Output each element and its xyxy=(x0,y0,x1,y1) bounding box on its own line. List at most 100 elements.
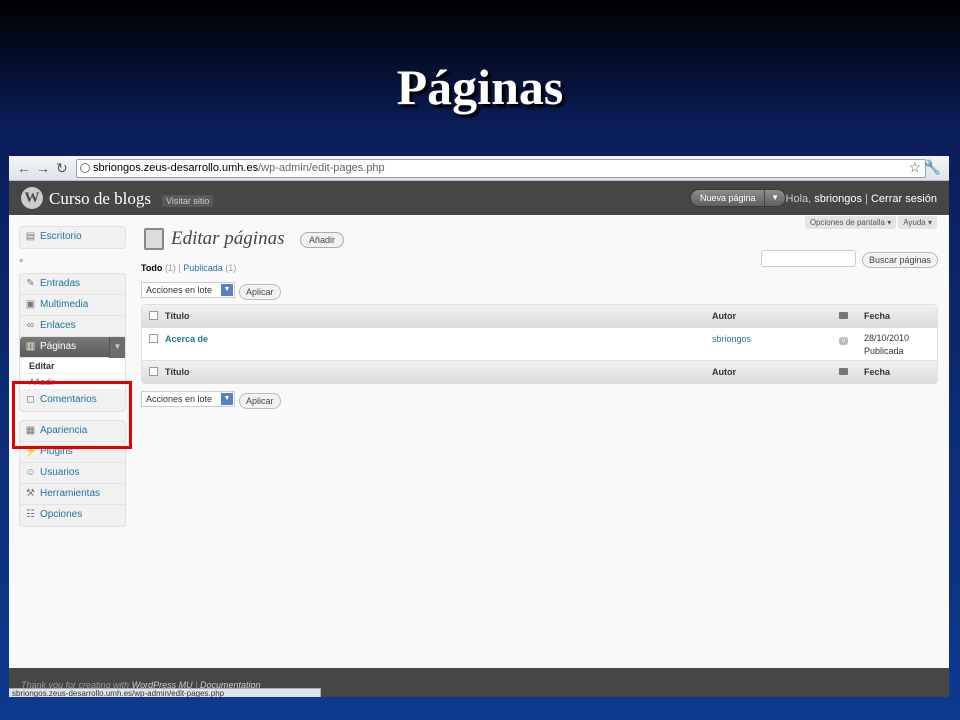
site-name[interactable]: Curso de blogs xyxy=(49,189,151,209)
menu-item-pages[interactable]: ▥ Páginas ▼ xyxy=(20,337,125,358)
status-filters: Todo (1) | Publicada (1) xyxy=(141,263,236,273)
browser-toolbar: ← → ↻ sbriongos.zeus-desarrollo.umh.es/w… xyxy=(9,156,949,181)
row-checkbox[interactable] xyxy=(149,334,158,343)
menu-label: Usuarios xyxy=(40,467,80,478)
chevron-down-icon[interactable]: ▼ xyxy=(109,337,125,358)
browser-window: ← → ↻ sbriongos.zeus-desarrollo.umh.es/w… xyxy=(9,156,949,697)
bulk-actions-label: Acciones en lote xyxy=(146,394,213,404)
menu-group-content: ✎ Entradas ▣ Multimedia ∞ Enlaces ▥ Páginas ▼… xyxy=(19,273,126,412)
menu-item-comments[interactable]: ◻ Comentarios xyxy=(20,390,125,411)
menu-item-links[interactable]: ∞ Enlaces xyxy=(20,316,125,337)
table-footer: Título Autor Fecha xyxy=(142,361,937,383)
menu-label: Páginas xyxy=(40,341,77,352)
menu-label: Comentarios xyxy=(40,394,97,405)
col-author-bottom: Autor xyxy=(712,367,736,377)
search-input[interactable] xyxy=(761,250,856,267)
submenu-item-edit[interactable]: Editar xyxy=(20,358,125,374)
comment-icon: ◻ xyxy=(26,394,35,405)
apply-button[interactable]: Aplicar xyxy=(239,284,281,300)
add-new-button[interactable]: Añadir xyxy=(300,232,345,248)
col-title-bottom[interactable]: Título xyxy=(165,367,190,377)
bulk-actions-select[interactable]: Acciones en lote ▼ xyxy=(141,282,235,298)
url-path: /wp-admin/edit-pages.php xyxy=(258,162,385,174)
new-page-button[interactable]: Nueva página ▼ xyxy=(690,189,786,207)
screen-options-tab[interactable]: Opciones de pantalla ▾ xyxy=(804,216,897,229)
new-page-label: Nueva página xyxy=(700,193,756,203)
menu-item-dashboard[interactable]: ▤ Escritorio xyxy=(20,227,125,248)
select-all-checkbox-bottom[interactable] xyxy=(149,367,158,376)
admin-menu: ▤ Escritorio ◆ ✎ Entradas ▣ Multimedia ∞ Enl… xyxy=(19,226,126,535)
separator: | xyxy=(865,193,868,205)
submenu-item-add[interactable]: Añadir xyxy=(20,374,125,390)
filter-published-count: (1) xyxy=(225,263,237,273)
users-icon: ☺ xyxy=(25,467,36,478)
apply-button-bottom[interactable]: Aplicar xyxy=(239,393,281,409)
browser-status-bar: sbriongos.zeus-desarrollo.umh.es/wp-admi… xyxy=(9,688,321,697)
date-value: 28/10/2010 xyxy=(864,333,910,343)
menu-group-dashboard: ▤ Escritorio xyxy=(19,226,126,249)
username-link[interactable]: sbriongos xyxy=(814,193,862,205)
menu-item-users[interactable]: ☺ Usuarios xyxy=(20,463,125,484)
bulk-actions-top: Acciones en lote ▼ Aplicar xyxy=(141,282,281,300)
pages-table: Título Autor Fecha Acerca de sbriongos 0… xyxy=(141,304,938,384)
menu-group-settings: ▦ Apariencia ⚡ Plugins ☺ Usuarios ⚒ Herramie… xyxy=(19,420,126,527)
chevron-down-icon: ▼ xyxy=(221,393,233,405)
help-tab[interactable]: Ayuda ▾ xyxy=(898,216,937,229)
wrench-icon[interactable]: 🔧 xyxy=(924,159,941,176)
table-row: Acerca de sbriongos 0 28/10/2010 Publicad… xyxy=(142,327,937,361)
col-date-bottom[interactable]: Fecha xyxy=(864,367,890,377)
logout-link[interactable]: Cerrar sesión xyxy=(871,193,937,205)
search-pages-button[interactable]: Buscar páginas xyxy=(861,252,938,268)
menu-item-plugins[interactable]: ⚡ Plugins xyxy=(20,442,125,463)
select-all-checkbox[interactable] xyxy=(149,311,158,320)
menu-item-tools[interactable]: ⚒ Herramientas xyxy=(20,484,125,505)
wordpress-logo-icon[interactable]: W xyxy=(21,187,43,209)
bookmark-star-icon[interactable]: ☆ xyxy=(908,159,921,176)
page-title-link[interactable]: Acerca de xyxy=(165,334,208,344)
slide-title: Páginas xyxy=(396,59,564,115)
filter-separator: | xyxy=(178,263,181,273)
admin-body: Opciones de pantalla ▾ Ayuda ▾ ▤ Escritori… xyxy=(9,216,949,668)
date-cell: 28/10/2010 Publicada xyxy=(864,332,909,358)
author-link[interactable]: sbriongos xyxy=(712,334,751,344)
comment-count-badge[interactable]: 0 xyxy=(839,334,849,345)
menu-label: Apariencia xyxy=(40,425,88,436)
address-bar[interactable]: sbriongos.zeus-desarrollo.umh.es/wp-admi… xyxy=(76,159,926,178)
filter-all-count: (1) xyxy=(164,263,176,273)
media-icon: ▣ xyxy=(25,299,36,310)
menu-item-media[interactable]: ▣ Multimedia xyxy=(20,295,125,316)
bulk-actions-select-bottom[interactable]: Acciones en lote ▼ xyxy=(141,391,235,407)
screen-tabs: Opciones de pantalla ▾ Ayuda ▾ xyxy=(803,216,937,229)
comments-column-icon xyxy=(839,367,848,377)
col-date[interactable]: Fecha xyxy=(864,311,890,321)
menu-separator: ◆ xyxy=(19,258,24,264)
menu-label: Herramientas xyxy=(40,488,101,499)
menu-label: Opciones xyxy=(40,509,83,520)
pages-icon: ▥ xyxy=(25,341,36,352)
col-author: Autor xyxy=(712,311,736,321)
appearance-icon: ▦ xyxy=(25,425,36,436)
pin-icon: ✎ xyxy=(26,278,35,289)
menu-label: Multimedia xyxy=(40,299,89,310)
filter-published[interactable]: Publicada xyxy=(183,263,223,273)
pages-submenu: Editar Añadir xyxy=(20,358,125,390)
reload-icon[interactable]: ↻ xyxy=(56,160,68,177)
menu-label: Plugins xyxy=(40,446,73,457)
chevron-down-icon[interactable]: ▼ xyxy=(771,193,779,202)
bulk-actions-bottom: Acciones en lote ▼ Aplicar xyxy=(141,391,281,409)
col-title[interactable]: Título xyxy=(165,311,190,321)
menu-item-settings[interactable]: ☷ Opciones xyxy=(20,505,125,526)
user-links: Hola, sbriongos | Cerrar sesión xyxy=(786,193,937,205)
page-title: Editar páginas xyxy=(141,228,284,250)
filter-all[interactable]: Todo xyxy=(141,263,162,273)
visit-site-button[interactable]: Visitar sitio xyxy=(162,195,214,207)
menu-item-posts[interactable]: ✎ Entradas xyxy=(20,274,125,295)
menu-item-appearance[interactable]: ▦ Apariencia xyxy=(20,421,125,442)
table-header: Título Autor Fecha xyxy=(142,305,937,327)
plug-icon: ⚡ xyxy=(25,446,38,457)
forward-icon[interactable]: → xyxy=(36,160,50,176)
dashboard-icon: ▤ xyxy=(25,231,36,242)
bulk-actions-label: Acciones en lote xyxy=(146,285,213,295)
back-icon[interactable]: ← xyxy=(17,160,31,176)
status-value: Publicada xyxy=(864,346,904,356)
